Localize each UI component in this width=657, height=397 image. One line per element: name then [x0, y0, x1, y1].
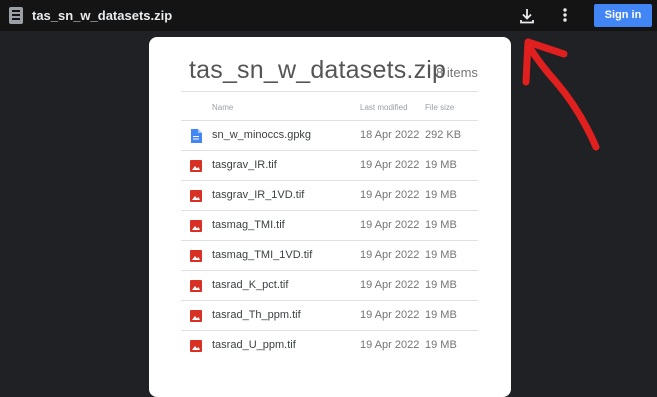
- file-size: 19 MB: [425, 309, 457, 321]
- file-row[interactable]: sn_w_minoccs.gpkg 18 Apr 2022 292 KB: [181, 120, 478, 150]
- file-size: 19 MB: [425, 189, 457, 201]
- image-icon: [190, 189, 202, 203]
- top-bar: tas_sn_w_datasets.zip Sign in: [0, 0, 657, 31]
- file-modified: 19 Apr 2022: [360, 279, 420, 291]
- file-size: 292 KB: [425, 129, 462, 141]
- header-divider: [181, 91, 478, 92]
- file-row[interactable]: tasrad_K_pct.tif 19 Apr 2022 19 MB: [181, 270, 478, 300]
- file-row[interactable]: tasmag_TMI.tif 19 Apr 2022 19 MB: [181, 210, 478, 240]
- item-count: 8 items: [436, 65, 478, 80]
- file-name: tasrad_K_pct.tif: [212, 279, 289, 291]
- column-header-name[interactable]: Name: [212, 103, 233, 112]
- file-row[interactable]: tasgrav_IR_1VD.tif 19 Apr 2022 19 MB: [181, 180, 478, 210]
- file-row[interactable]: tasmag_TMI_1VD.tif 19 Apr 2022 19 MB: [181, 240, 478, 270]
- file-modified: 19 Apr 2022: [360, 309, 420, 321]
- more-vert-icon: [563, 8, 567, 22]
- file-size: 19 MB: [425, 219, 457, 231]
- file-modified: 19 Apr 2022: [360, 339, 420, 351]
- file-modified: 19 Apr 2022: [360, 249, 420, 261]
- file-name: tasgrav_IR_1VD.tif: [212, 189, 305, 201]
- file-list: sn_w_minoccs.gpkg 18 Apr 2022 292 KB tasgra…: [181, 120, 478, 360]
- file-size: 19 MB: [425, 249, 457, 261]
- file-modified: 19 Apr 2022: [360, 159, 420, 171]
- column-header-modified[interactable]: Last modified: [360, 103, 408, 112]
- file-size: 19 MB: [425, 159, 457, 171]
- zip-file-icon: [9, 7, 23, 24]
- image-icon: [190, 309, 202, 323]
- file-name: tasrad_Th_ppm.tif: [212, 309, 301, 321]
- image-icon: [190, 159, 202, 173]
- download-icon: [520, 9, 534, 24]
- file-size: 19 MB: [425, 339, 457, 351]
- image-icon: [190, 339, 202, 353]
- file-name: tasgrav_IR.tif: [212, 159, 277, 171]
- file-row[interactable]: tasgrav_IR.tif 19 Apr 2022 19 MB: [181, 150, 478, 180]
- download-button[interactable]: [517, 6, 537, 26]
- image-icon: [190, 219, 202, 233]
- file-row[interactable]: tasrad_Th_ppm.tif 19 Apr 2022 19 MB: [181, 300, 478, 330]
- sign-in-button[interactable]: Sign in: [594, 4, 652, 27]
- file-modified: 19 Apr 2022: [360, 189, 420, 201]
- file-name: tasrad_U_ppm.tif: [212, 339, 296, 351]
- file-name: tasmag_TMI_1VD.tif: [212, 249, 313, 261]
- file-name: sn_w_minoccs.gpkg: [212, 129, 312, 141]
- dialog-title: tas_sn_w_datasets.zip: [189, 56, 447, 84]
- image-icon: [190, 249, 202, 263]
- zip-contents-dialog: tas_sn_w_datasets.zip 8 items Name Last …: [149, 37, 511, 397]
- image-icon: [190, 279, 202, 293]
- document-icon: [190, 129, 202, 143]
- file-row[interactable]: tasrad_U_ppm.tif 19 Apr 2022 19 MB: [181, 330, 478, 360]
- file-name: tasmag_TMI.tif: [212, 219, 285, 231]
- app-title: tas_sn_w_datasets.zip: [32, 8, 173, 23]
- file-size: 19 MB: [425, 279, 457, 291]
- column-header-size[interactable]: File size: [425, 103, 454, 112]
- file-modified: 19 Apr 2022: [360, 219, 420, 231]
- file-modified: 18 Apr 2022: [360, 129, 420, 141]
- more-options-button[interactable]: [557, 5, 573, 25]
